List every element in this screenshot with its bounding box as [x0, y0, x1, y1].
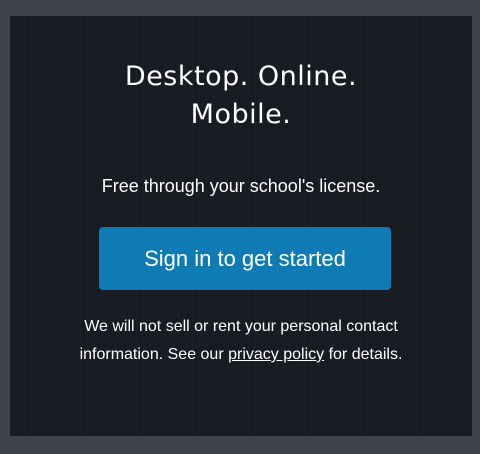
- privacy-notice: We will not sell or rent your personal c…: [70, 313, 412, 369]
- headline-line-2: Mobile.: [190, 99, 292, 130]
- headline-line-1: Desktop. Online.: [124, 61, 358, 92]
- privacy-policy-link[interactable]: privacy policy: [228, 346, 324, 363]
- license-subtext: Free through your school's license.: [101, 176, 381, 196]
- promo-card: Desktop. Online. Mobile. Free through yo…: [10, 16, 472, 436]
- privacy-notice-text-2: for details.: [324, 346, 403, 363]
- headline: Desktop. Online. Mobile.: [10, 58, 472, 134]
- page: Desktop. Online. Mobile. Free through yo…: [0, 0, 480, 454]
- sign-in-button[interactable]: Sign in to get started: [99, 227, 391, 290]
